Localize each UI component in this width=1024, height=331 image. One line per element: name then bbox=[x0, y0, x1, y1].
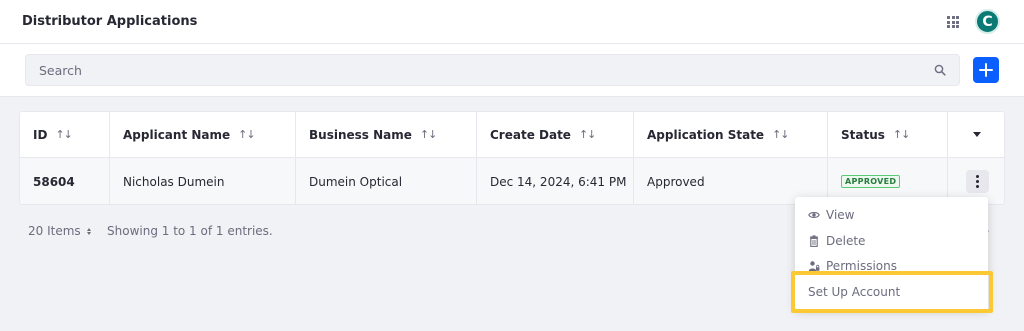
search-input[interactable] bbox=[25, 54, 960, 86]
row-actions-menu: View Delete Permissions Set Up Account bbox=[795, 197, 988, 310]
menu-item-label: Set Up Account bbox=[808, 284, 901, 299]
column-options-button[interactable] bbox=[948, 112, 1004, 158]
menu-item-view[interactable]: View bbox=[795, 202, 988, 227]
column-header-label: Create Date bbox=[490, 127, 571, 142]
column-header-label: Business Name bbox=[309, 127, 412, 142]
table-cell-create-date: Dec 14, 2024, 6:41 PM bbox=[477, 158, 634, 204]
search-icon[interactable] bbox=[934, 64, 946, 76]
column-header-create-date[interactable]: Create Date ↑↓ bbox=[477, 112, 634, 158]
items-per-page-label: 20 Items bbox=[28, 224, 81, 238]
sort-icon[interactable]: ↑↓ bbox=[238, 128, 255, 141]
row-actions-button[interactable] bbox=[965, 170, 989, 193]
column-header-business-name[interactable]: Business Name ↑↓ bbox=[296, 112, 477, 158]
plus-icon bbox=[979, 63, 993, 77]
add-button[interactable] bbox=[973, 57, 999, 83]
caret-double-icon bbox=[86, 227, 91, 235]
caret-down-icon bbox=[973, 132, 981, 137]
menu-item-label: Delete bbox=[826, 233, 866, 248]
column-header-label: Applicant Name bbox=[123, 127, 231, 142]
sort-icon[interactable]: ↑↓ bbox=[579, 128, 596, 141]
menu-item-label: Permissions bbox=[826, 258, 897, 273]
applications-table: ID ↑↓ Applicant Name ↑↓ Business Name ↑↓… bbox=[19, 111, 1005, 205]
table-cell-id: 58604 bbox=[20, 158, 110, 204]
column-header-label: Application State bbox=[647, 127, 765, 142]
items-per-page-dropdown[interactable]: 20 Items bbox=[28, 224, 91, 238]
user-avatar[interactable]: C bbox=[975, 9, 1000, 34]
table-cell-applicant-name: Nicholas Dumein bbox=[110, 158, 296, 204]
pagination-results: Showing 1 to 1 of 1 entries. bbox=[107, 224, 273, 238]
status-badge: APPROVED bbox=[841, 175, 901, 188]
sort-icon[interactable]: ↑↓ bbox=[772, 128, 789, 141]
column-header-applicant-name[interactable]: Applicant Name ↑↓ bbox=[110, 112, 296, 158]
column-header-id[interactable]: ID ↑↓ bbox=[20, 112, 110, 158]
column-header-label: ID bbox=[33, 127, 48, 142]
sort-icon[interactable]: ↑↓ bbox=[55, 128, 72, 141]
menu-item-delete[interactable]: Delete bbox=[795, 228, 988, 253]
page-title: Distributor Applications bbox=[22, 14, 198, 29]
management-toolbar bbox=[0, 44, 1024, 97]
kebab-icon bbox=[975, 175, 979, 178]
sort-icon[interactable]: ↑↓ bbox=[420, 128, 437, 141]
eye-icon bbox=[808, 211, 820, 218]
menu-item-permissions[interactable]: Permissions bbox=[795, 253, 988, 278]
column-header-label: Status bbox=[841, 127, 885, 142]
permissions-icon bbox=[808, 260, 820, 271]
trash-icon bbox=[810, 234, 818, 247]
menu-item-label: View bbox=[826, 207, 855, 222]
applications-menu-icon[interactable] bbox=[947, 16, 959, 28]
column-header-status[interactable]: Status ↑↓ bbox=[828, 112, 948, 158]
top-navigation-bar: Distributor Applications C bbox=[0, 0, 1024, 44]
table-cell-business-name: Dumein Optical bbox=[296, 158, 477, 204]
sort-icon[interactable]: ↑↓ bbox=[893, 128, 910, 141]
column-header-application-state[interactable]: Application State ↑↓ bbox=[634, 112, 828, 158]
menu-item-set-up-account[interactable]: Set Up Account bbox=[795, 279, 988, 304]
